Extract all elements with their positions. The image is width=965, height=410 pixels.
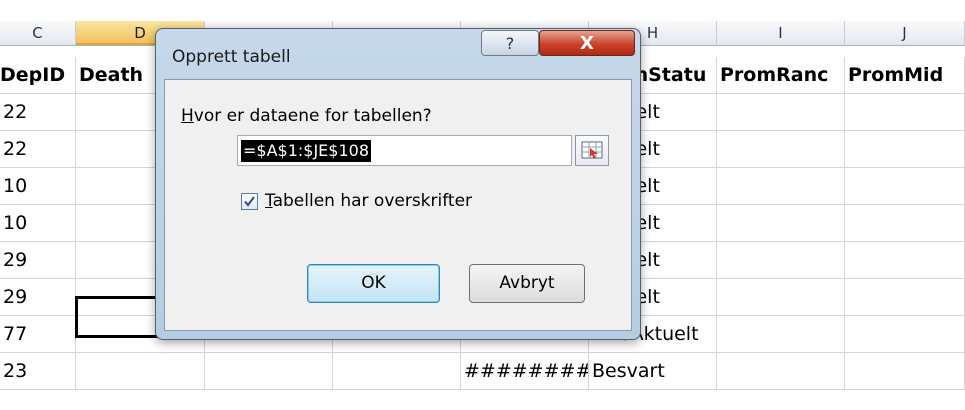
checkmark-icon bbox=[244, 196, 255, 207]
cell-j[interactable] bbox=[845, 94, 965, 131]
cell-j[interactable] bbox=[845, 279, 965, 316]
cell-c[interactable]: 10 bbox=[0, 205, 76, 242]
cell-i[interactable] bbox=[717, 353, 845, 390]
close-icon: X bbox=[580, 33, 594, 54]
cell-c[interactable]: 77 bbox=[0, 316, 76, 353]
cell-c[interactable]: 22 bbox=[0, 131, 76, 168]
active-cell-border bbox=[75, 296, 167, 338]
headers-accel: T bbox=[265, 191, 273, 211]
range-select-button[interactable] bbox=[575, 135, 609, 166]
top-strip bbox=[0, 0, 965, 21]
cell-c[interactable]: 10 bbox=[0, 168, 76, 205]
cell-j[interactable] bbox=[845, 353, 965, 390]
range-value: =$A$1:$JE$108 bbox=[241, 140, 372, 162]
cell-f[interactable] bbox=[333, 353, 461, 390]
cell-j[interactable] bbox=[845, 205, 965, 242]
column-header-i[interactable]: I bbox=[717, 21, 845, 45]
cell-j[interactable] bbox=[845, 168, 965, 205]
cell-i[interactable] bbox=[717, 94, 845, 131]
cell-i[interactable] bbox=[717, 316, 845, 353]
range-question-accel: H bbox=[181, 106, 194, 126]
column-header-c[interactable]: C bbox=[0, 21, 76, 45]
headers-text: abellen har overskrifter bbox=[272, 191, 473, 211]
table-row: 23 ######## Besvart bbox=[0, 353, 965, 390]
help-button[interactable]: ? bbox=[481, 30, 539, 56]
cell-i[interactable] bbox=[717, 131, 845, 168]
cell-g[interactable]: ######## bbox=[461, 353, 589, 390]
cell-j[interactable] bbox=[845, 131, 965, 168]
dialog-title: Opprett tabell bbox=[172, 47, 291, 67]
headers-checkbox-label[interactable]: Tabellen har overskrifter bbox=[265, 191, 472, 211]
cell-j1[interactable]: PromMid bbox=[845, 57, 965, 94]
cell-j[interactable] bbox=[845, 316, 965, 353]
cell-h[interactable]: Besvart bbox=[589, 353, 717, 390]
range-input[interactable]: =$A$1:$JE$108 bbox=[237, 135, 572, 166]
cell-i[interactable] bbox=[717, 205, 845, 242]
close-button[interactable]: X bbox=[539, 30, 635, 56]
cell-i1[interactable]: PromRanc bbox=[717, 57, 845, 94]
cancel-button[interactable]: Avbryt bbox=[469, 264, 585, 303]
dialog-body: Hvor er dataene for tabellen? =$A$1:$JE$… bbox=[164, 79, 632, 331]
cell-c[interactable]: 29 bbox=[0, 242, 76, 279]
cell-i[interactable] bbox=[717, 242, 845, 279]
cell-c1[interactable]: DepID bbox=[0, 57, 76, 94]
cell-c[interactable]: 29 bbox=[0, 279, 76, 316]
range-question-label: Hvor er dataene for tabellen? bbox=[181, 106, 432, 126]
cell-i[interactable] bbox=[717, 279, 845, 316]
collapse-dialog-icon bbox=[581, 141, 603, 159]
create-table-dialog: Opprett tabell ? X Hvor er dataene for t… bbox=[155, 28, 641, 340]
cell-j[interactable] bbox=[845, 242, 965, 279]
cell-d[interactable] bbox=[76, 353, 205, 390]
ok-button[interactable]: OK bbox=[307, 264, 440, 303]
range-question-text: vor er dataene for tabellen? bbox=[193, 106, 432, 126]
headers-checkbox[interactable] bbox=[241, 193, 258, 210]
cell-c[interactable]: 23 bbox=[0, 353, 76, 390]
column-header-j[interactable]: J bbox=[845, 21, 965, 45]
cell-c[interactable]: 22 bbox=[0, 94, 76, 131]
cell-e[interactable] bbox=[205, 353, 333, 390]
cell-i[interactable] bbox=[717, 168, 845, 205]
